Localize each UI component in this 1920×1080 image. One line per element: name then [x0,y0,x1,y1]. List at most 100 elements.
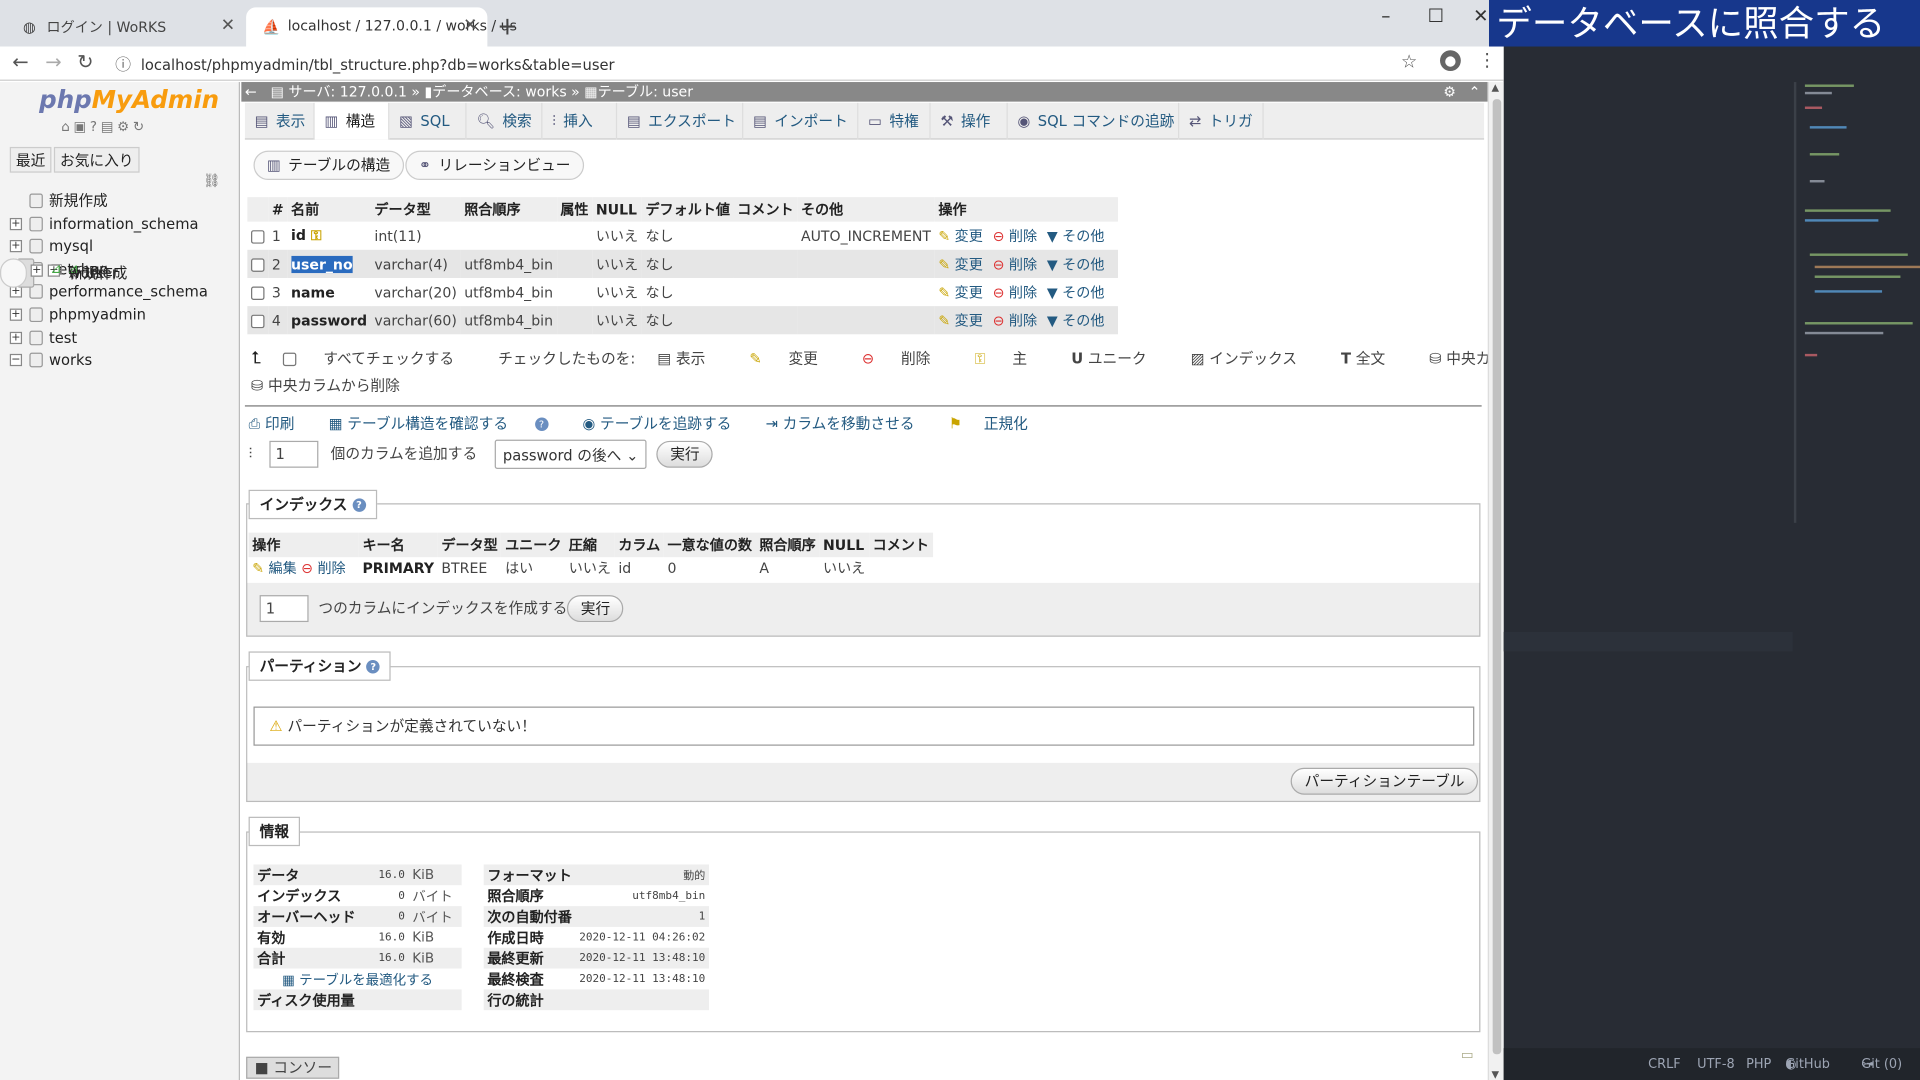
expand-icon[interactable]: + [9,331,23,344]
row-checkbox[interactable] [251,314,265,328]
partition-table-button[interactable]: パーティションテーブル [1291,767,1478,795]
bulk-browse-button[interactable]: ▤ 表示 [657,350,727,367]
delete-link[interactable]: ⊖ 削除 [993,227,1037,244]
forward-icon[interactable]: → [45,50,61,73]
tab-import[interactable]: ▤ インポート [743,102,859,140]
info-icon[interactable]: ⓘ [115,56,131,74]
create-index-count-input[interactable]: 1 [259,595,309,623]
header-cell[interactable]: 照合順序 [460,197,557,222]
notes-icon[interactable]: ▭ [1461,1047,1474,1063]
scroll-down-icon[interactable]: ▼ [1491,1069,1499,1080]
column-name[interactable]: id [291,227,306,244]
bulk-add-central-button[interactable]: ⛁ 中央カラムに追加 [1429,350,1488,367]
add-column-position-select[interactable]: password の後へ ⌄ [494,439,647,469]
print-link[interactable]: ⎙ 印刷 [249,415,312,432]
tab-sql[interactable]: ▧ SQL [389,102,467,140]
account-icon[interactable]: ● [1440,50,1461,72]
collapse-top-icon[interactable]: ⌃ [1469,82,1481,102]
grammar-status[interactable]: PHP [1746,1048,1771,1080]
reload-icon[interactable]: ↻ [77,50,93,73]
change-link[interactable]: ✎ 変更 [938,255,982,272]
header-cell[interactable]: データ型 [370,197,461,222]
tab-tracking[interactable]: ◉ SQL コマンドの追跡 [1008,102,1180,140]
tree-db-phpmyadmin[interactable]: + phpmyadmin [0,304,240,327]
console-toggle[interactable]: ■ コンソール [246,1056,340,1080]
delete-link[interactable]: ⊖ 削除 [993,312,1037,329]
add-column-go-button[interactable]: 実行 [656,440,714,468]
normalize-link[interactable]: ⚑ 正規化 [949,415,1045,432]
help-icon[interactable]: ? [534,417,549,432]
close-tab-icon[interactable]: ✕ [221,16,235,36]
header-cell[interactable]: NULL [592,197,642,222]
tab-operations[interactable]: ⚒ 操作 [931,102,1008,140]
header-cell[interactable]: コメント [733,197,798,222]
editor-minimap[interactable] [1800,82,1920,376]
bulk-primary-button[interactable]: ⚿ 主 [974,350,1049,367]
more-link[interactable]: ▼ その他 [1047,255,1105,272]
tree-db-mysql[interactable]: + mysql [0,235,240,258]
tab-privileges[interactable]: ▭ 特権 [858,102,931,140]
breadcrumb-database[interactable]: データベース: works [432,83,566,100]
header-cell[interactable]: 属性 [556,197,593,222]
close-window-icon[interactable]: ✕ [1473,5,1488,27]
tab-insert[interactable]: ⫶ 挿入 [542,102,618,140]
expand-icon[interactable]: + [9,308,23,321]
minimize-icon[interactable]: – [1381,5,1390,27]
more-link[interactable]: ▼ その他 [1047,312,1105,329]
change-link[interactable]: ✎ 変更 [938,312,982,329]
help-icon[interactable]: ? [352,498,366,512]
browser-tab-phpmyadmin[interactable]: ⛵ localhost / 127.0.0.1 / works / us ✕ [246,7,517,47]
close-tab-icon[interactable]: ✕ [463,16,477,36]
row-checkbox[interactable] [251,229,265,244]
scroll-up-icon[interactable]: ▲ [1491,82,1499,93]
phpmyadmin-logo[interactable]: phpMyAdmin [39,84,219,113]
bulk-change-button[interactable]: ✎ 変更 [749,350,839,367]
header-cell[interactable]: デフォルト値 [641,197,734,222]
home-icon[interactable]: ⌂ [61,119,73,135]
breadcrumb-server[interactable]: サーバ: 127.0.0.1 [288,83,407,100]
change-link[interactable]: ✎ 変更 [938,283,982,300]
bulk-delete-button[interactable]: ⊖ 削除 [862,350,952,367]
optimize-table-link[interactable]: ▦ テーブルを最適化する [253,968,462,990]
delete-index-link[interactable]: ⊖ 削除 [301,560,345,577]
move-columns-link[interactable]: ⇥ カラムを移動させる [766,415,932,432]
browser-scrollbar[interactable]: ▲ ▼ [1487,82,1504,1080]
track-table-link[interactable]: ◉ テーブルを追跡する [582,415,748,432]
breadcrumb-table[interactable]: テーブル: user [598,83,693,100]
docs-icon[interactable]: ▤ [101,119,117,135]
tree-db-works[interactable]: − works [0,349,240,372]
browser-tab-login[interactable]: ◍ ログイン | WoRKS ✕ [5,7,245,46]
subtab-relation-view[interactable]: ⚭ リレーションビュー [405,150,584,181]
change-link[interactable]: ✎ 変更 [938,227,982,244]
tab-browse[interactable]: ▤ 表示 [245,102,315,140]
edit-index-link[interactable]: ✎ 編集 [252,560,296,577]
encoding-status[interactable]: UTF-8 [1697,1048,1734,1080]
propose-structure-link[interactable]: ▦ テーブル構造を確認する ? [329,415,566,432]
tab-triggers[interactable]: ⇄ トリガ [1179,102,1264,140]
logout-icon[interactable]: ▣ [73,119,89,135]
header-cell[interactable]: # [268,197,288,222]
maximize-icon[interactable]: ☐ [1428,5,1444,27]
settings-gear-icon[interactable]: ⚙ [1443,82,1456,102]
reload-nav-icon[interactable]: ↻ [133,119,148,135]
back-icon[interactable]: ← [12,50,28,73]
expand-icon[interactable]: + [9,240,23,253]
create-index-go-button[interactable]: 実行 [567,595,624,623]
column-name[interactable]: name [291,283,335,300]
expand-icon[interactable]: + [9,217,23,230]
check-all[interactable]: すべてチェックする [283,350,476,367]
link-icon[interactable]: ⛓ [203,173,220,189]
bulk-fulltext-button[interactable]: T 全文 [1341,350,1407,367]
delete-link[interactable]: ⊖ 削除 [993,255,1037,272]
bulk-remove-central-button[interactable]: ⛁ 中央カラムから削除 [251,377,422,394]
tree-db-information-schema[interactable]: + information_schema [0,213,240,236]
row-checkbox[interactable] [251,257,265,272]
add-column-count-input[interactable]: 1 [269,440,319,468]
bulk-index-button[interactable]: ▨ インデックス [1191,350,1319,367]
collapse-nav-icon[interactable]: ← [245,82,257,102]
collapse-icon[interactable]: − [9,354,23,367]
help-icon[interactable]: ? [366,660,380,674]
delete-link[interactable]: ⊖ 削除 [993,283,1037,300]
more-link[interactable]: ▼ その他 [1047,283,1105,300]
tab-structure[interactable]: ▥ 構造 [314,102,390,140]
